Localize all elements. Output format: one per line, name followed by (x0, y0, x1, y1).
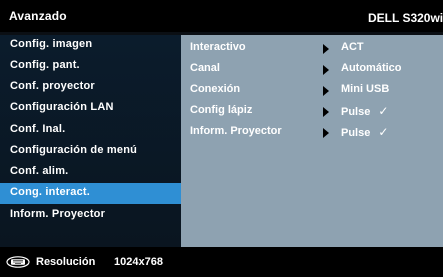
status-footer: Resolución 1024x768 (0, 247, 443, 277)
setting-value: Pulse ✓ (341, 104, 389, 118)
setting-label: Interactivo (190, 41, 246, 53)
setting-value: Mini USB (341, 83, 390, 95)
setting-label: Canal (190, 62, 220, 74)
arrow-right-icon (323, 107, 329, 117)
sidebar-item-label: Conf. alim. (10, 165, 69, 177)
menu-title: Avanzado (9, 9, 67, 23)
setting-label: Conexión (190, 83, 241, 95)
settings-panel: Interactivo ACT Canal Automático Conexió… (181, 35, 443, 247)
projector-osd-menu: Avanzado DELL S320wi Config. imagen Conf… (0, 0, 443, 277)
arrow-right-icon (323, 86, 329, 96)
sidebar-item-cong-interact[interactable]: Cong. interact. (0, 183, 181, 204)
sidebar-item-configuracion-lan[interactable]: Configuración LAN (0, 98, 181, 119)
setting-value: Pulse ✓ (341, 125, 389, 139)
sidebar-item-label: Cong. interact. (10, 186, 91, 198)
setting-row-conexion[interactable]: Conexión Mini USB (181, 80, 443, 100)
resolution-label: Resolución (36, 256, 96, 268)
sidebar-item-configuracion-menu[interactable]: Configuración de menú (0, 141, 181, 162)
setting-value: Automático (341, 62, 402, 74)
checkmark-icon: ✓ (378, 125, 389, 139)
setting-value: ACT (341, 41, 364, 53)
setting-row-interactivo[interactable]: Interactivo ACT (181, 38, 443, 58)
menu-header: Avanzado DELL S320wi (0, 0, 443, 32)
setting-row-canal[interactable]: Canal Automático (181, 59, 443, 79)
checkmark-icon: ✓ (378, 104, 389, 118)
projector-model: DELL S320wi (368, 11, 443, 25)
sidebar-item-config-imagen[interactable]: Config. imagen (0, 35, 181, 56)
resolution-value: 1024x768 (114, 256, 163, 268)
arrow-right-icon (323, 44, 329, 54)
arrow-right-icon (323, 65, 329, 75)
sidebar-item-label: Inform. Proyector (10, 208, 106, 220)
keyboard-icon (6, 256, 30, 268)
sidebar-item-conf-proyector[interactable]: Conf. proyector (0, 77, 181, 98)
sidebar-item-label: Configuración LAN (10, 101, 114, 113)
sidebar-item-conf-alim[interactable]: Conf. alim. (0, 162, 181, 183)
setting-label: Inform. Proyector (190, 125, 282, 137)
sidebar-menu: Config. imagen Config. pant. Conf. proye… (0, 35, 181, 247)
sidebar-item-label: Config. pant. (10, 59, 80, 71)
sidebar-item-inform-proyector[interactable]: Inform. Proyector (0, 205, 181, 226)
sidebar-item-label: Config. imagen (10, 38, 93, 50)
arrow-right-icon (323, 128, 329, 138)
setting-row-config-lapiz[interactable]: Config lápiz Pulse ✓ (181, 101, 443, 121)
sidebar-item-conf-inal[interactable]: Conf. Inal. (0, 120, 181, 141)
setting-label: Config lápiz (190, 104, 253, 116)
sidebar-item-label: Conf. proyector (10, 80, 95, 92)
sidebar-item-config-pant[interactable]: Config. pant. (0, 56, 181, 77)
setting-row-inform-proyector[interactable]: Inform. Proyector Pulse ✓ (181, 122, 443, 142)
sidebar-item-label: Conf. Inal. (10, 123, 66, 135)
sidebar-item-label: Configuración de menú (10, 144, 138, 156)
